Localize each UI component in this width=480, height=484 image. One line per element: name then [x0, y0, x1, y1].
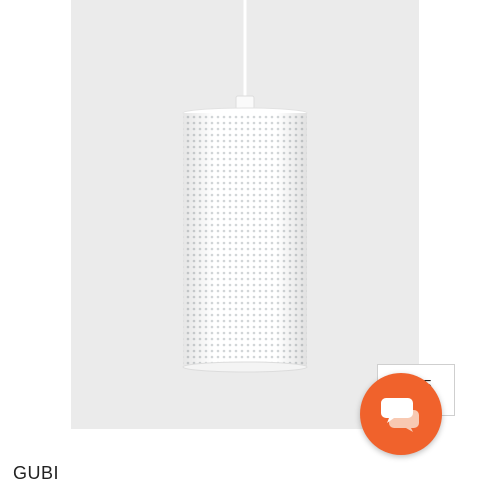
pendant-lamp-image [182, 0, 308, 373]
chat-bubbles-icon [381, 398, 419, 432]
product-image[interactable] [71, 0, 419, 429]
product-brand: GUBI [13, 463, 60, 483]
chat-button[interactable] [360, 373, 442, 455]
